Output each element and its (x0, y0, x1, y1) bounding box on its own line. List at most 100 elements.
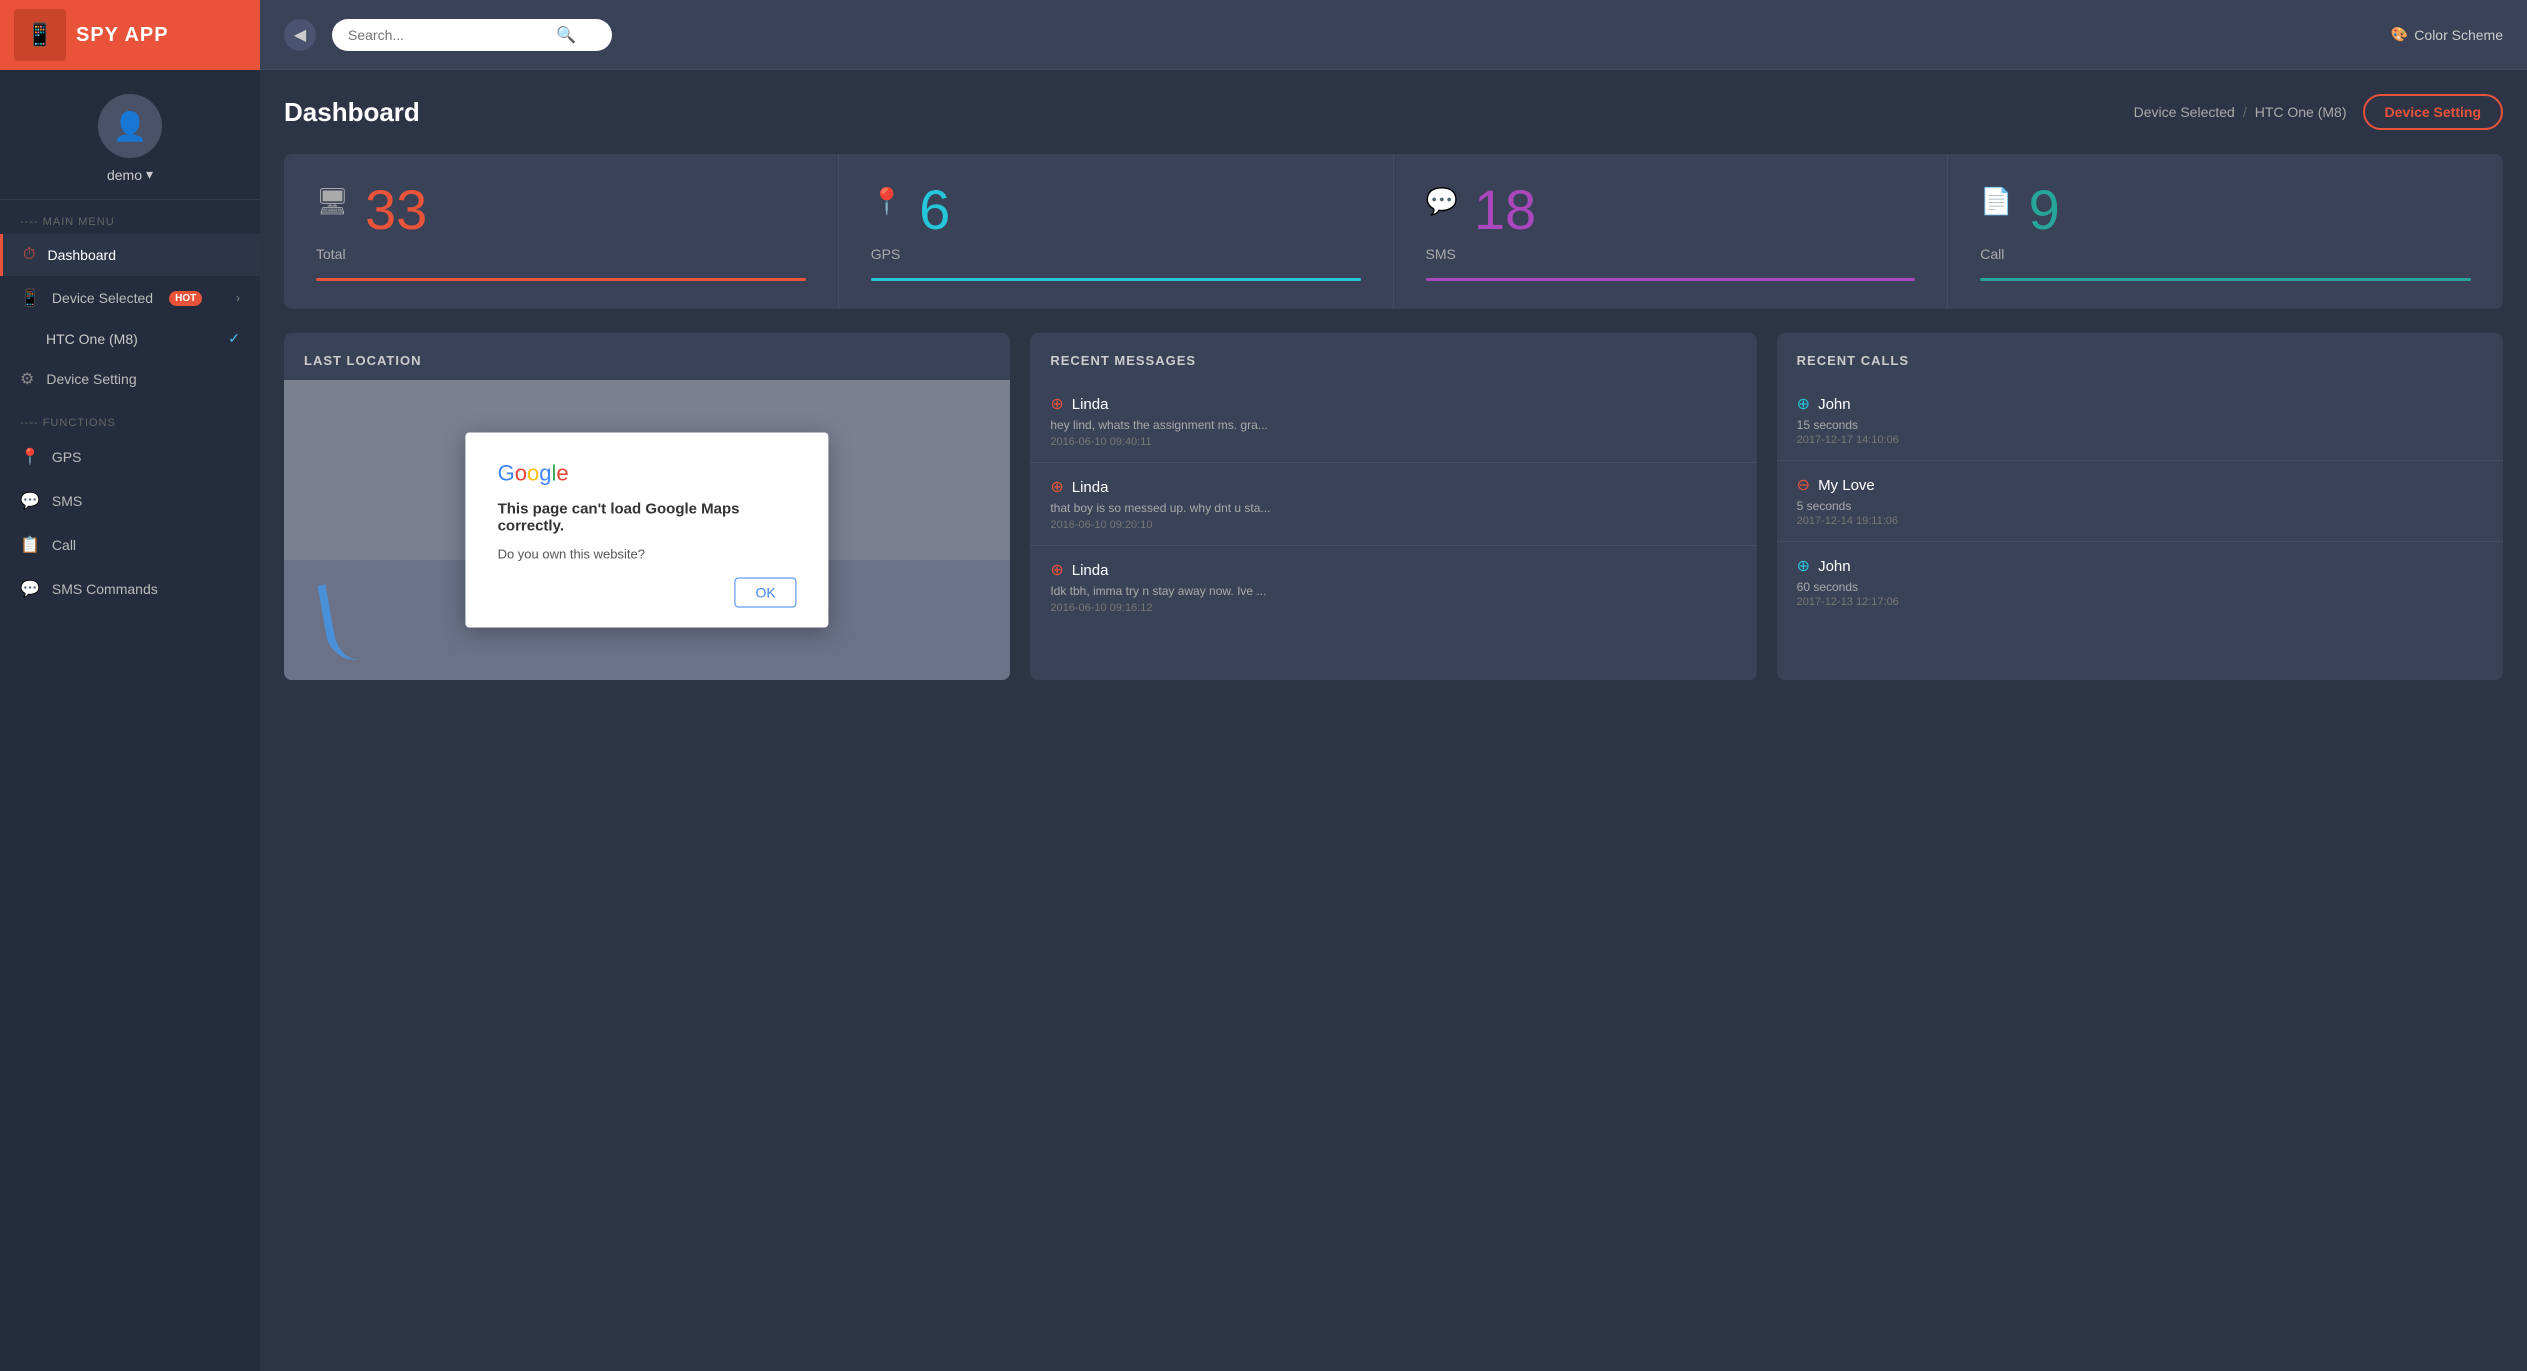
sidebar-item-htc[interactable]: HTC One (M8) ✓ (0, 320, 260, 357)
back-button[interactable]: ◀ (284, 19, 316, 51)
sidebar-item-device-setting[interactable]: ⚙ Device Setting (0, 357, 260, 401)
topbar: ◀ 🔍 🎨 Color Scheme (260, 0, 2527, 70)
gear-icon: ⚙ (20, 369, 34, 389)
color-scheme-label: Color Scheme (2414, 27, 2503, 43)
message-item[interactable]: ⊕ Linda hey lind, whats the assignment m… (1030, 380, 1756, 463)
functions-label: ---- FUNCTIONS (0, 401, 260, 435)
message-item[interactable]: ⊕ Linda that boy is so messed up. why dn… (1030, 463, 1756, 546)
content: Dashboard Device Selected / HTC One (M8)… (260, 70, 2527, 1371)
call-stat-icon: 📄 (1980, 186, 2012, 217)
message-time: 2016-06-10 09:40:11 (1050, 436, 1736, 448)
sidebar-item-label: SMS Commands (52, 581, 158, 597)
message-sender: Linda (1072, 479, 1109, 496)
gps-icon: 📍 (20, 447, 40, 467)
recent-calls-title: RECENT CALLS (1777, 333, 2503, 380)
search-box[interactable]: 🔍 (332, 19, 612, 51)
breadcrumb: Device Selected / HTC One (M8) (2134, 104, 2347, 120)
recent-calls-panel: RECENT CALLS ⊕ John 15 seconds 2017-12-1… (1777, 333, 2503, 680)
stat-card-gps: 📍 6 GPS (839, 154, 1394, 309)
call-contact: John (1818, 396, 1851, 413)
check-icon: ✓ (228, 330, 240, 347)
profile-name[interactable]: demo ▾ (107, 166, 153, 183)
dialog-actions: OK (498, 578, 797, 608)
monitor-icon: 🖥 (316, 186, 349, 217)
message-text: hey lind, whats the assignment ms. gra..… (1050, 418, 1736, 432)
color-scheme-button[interactable]: 🎨 Color Scheme (2391, 26, 2503, 43)
sms-icon: 💬 (20, 491, 40, 511)
stat-value-gps: 6 (919, 182, 950, 238)
recent-messages-panel: RECENT MESSAGES ⊕ Linda hey lind, whats … (1030, 333, 1756, 680)
sidebar-item-device-selected[interactable]: 📱 Device Selected HOT › (0, 276, 260, 320)
map-container: Google This page can't load Google Maps … (284, 380, 1010, 680)
sidebar-item-label: SMS (52, 493, 82, 509)
dialog-title: This page can't load Google Maps correct… (498, 501, 797, 535)
call-contact: My Love (1818, 477, 1875, 494)
call-icon: 📋 (20, 535, 40, 555)
page-header: Dashboard Device Selected / HTC One (M8)… (284, 94, 2503, 130)
stat-card-sms: 💬 18 SMS (1394, 154, 1949, 309)
app-name: SPY APP (76, 24, 169, 47)
message-sender: Linda (1072, 396, 1109, 413)
device-selected-icon: 📱 (20, 288, 40, 308)
device-setting-button[interactable]: Device Setting (2363, 94, 2503, 130)
palette-icon: 🎨 (2391, 26, 2408, 43)
sidebar-item-sms[interactable]: 💬 SMS (0, 479, 260, 523)
recent-messages-title: RECENT MESSAGES (1030, 333, 1756, 380)
map-river (318, 575, 391, 664)
outgoing-call-icon: ⊕ (1797, 556, 1810, 576)
stat-label-sms: SMS (1426, 246, 1916, 262)
call-item[interactable]: ⊕ John 60 seconds 2017-12-13 12:17:06 (1777, 542, 2503, 622)
message-time: 2016-06-10 09:20:10 (1050, 519, 1736, 531)
chevron-icon: › (236, 291, 240, 305)
sms-commands-icon: 💬 (20, 579, 40, 599)
sidebar-profile: 👤 demo ▾ (0, 70, 260, 200)
topbar-right: 🎨 Color Scheme (2391, 26, 2503, 43)
dialog-question: Do you own this website? (498, 547, 797, 562)
search-input[interactable] (348, 27, 548, 43)
message-time: 2016-06-10 09:16:12 (1050, 602, 1736, 614)
outgoing-call-icon: ⊕ (1797, 394, 1810, 414)
call-duration: 5 seconds (1797, 499, 2483, 513)
breadcrumb-separator: / (2243, 104, 2247, 120)
stat-value-call: 9 (2029, 182, 2060, 238)
hot-badge: HOT (169, 291, 202, 306)
sidebar-item-dashboard[interactable]: ⏱ Dashboard (0, 234, 260, 276)
dialog-ok-button[interactable]: OK (735, 578, 797, 608)
arrow-icon: ⊕ (1050, 560, 1063, 580)
page-title: Dashboard (284, 97, 2134, 128)
sidebar: 📱 SPY APP 👤 demo ▾ ---- MAIN MENU ⏱ Dash… (0, 0, 260, 1371)
message-text: that boy is so messed up. why dnt u sta.… (1050, 501, 1736, 515)
sidebar-item-label: Call (52, 537, 76, 553)
call-time: 2017-12-17 14:10:06 (1797, 434, 2483, 446)
call-item[interactable]: ⊖ My Love 5 seconds 2017-12-14 19:11:06 (1777, 461, 2503, 542)
sidebar-item-label: Device Selected (52, 290, 153, 306)
call-item[interactable]: ⊕ John 15 seconds 2017-12-17 14:10:06 (1777, 380, 2503, 461)
sidebar-item-call[interactable]: 📋 Call (0, 523, 260, 567)
stat-card-call: 📄 9 Call (1948, 154, 2503, 309)
stat-value-sms: 18 (1474, 182, 1536, 238)
search-icon: 🔍 (556, 25, 576, 45)
stat-label-gps: GPS (871, 246, 1361, 262)
google-maps-dialog: Google This page can't load Google Maps … (466, 433, 829, 628)
message-item[interactable]: ⊕ Linda Idk tbh, imma try n stay away no… (1030, 546, 1756, 628)
stats-row: 🖥 33 Total 📍 6 GPS 💬 18 SMS (284, 154, 2503, 309)
google-logo: Google (498, 461, 797, 487)
stat-label-total: Total (316, 246, 806, 262)
sidebar-item-gps[interactable]: 📍 GPS (0, 435, 260, 479)
location-icon: 📍 (871, 186, 903, 217)
breadcrumb-device: HTC One (M8) (2255, 104, 2347, 120)
stat-label-call: Call (1980, 246, 2471, 262)
last-location-panel: LAST LOCATION Google This page can't loa… (284, 333, 1010, 680)
bottom-panels: LAST LOCATION Google This page can't loa… (284, 333, 2503, 680)
sidebar-item-sms-commands[interactable]: 💬 SMS Commands (0, 567, 260, 611)
breadcrumb-device-selected: Device Selected (2134, 104, 2235, 120)
incoming-call-icon: ⊖ (1797, 475, 1810, 495)
call-duration: 15 seconds (1797, 418, 2483, 432)
stat-bar-sms (1426, 278, 1916, 281)
last-location-title: LAST LOCATION (284, 333, 1010, 380)
arrow-icon: ⊕ (1050, 394, 1063, 414)
sidebar-item-label: Dashboard (47, 247, 116, 263)
call-duration: 60 seconds (1797, 580, 2483, 594)
stat-card-total: 🖥 33 Total (284, 154, 839, 309)
logo-area: 📱 SPY APP (0, 0, 260, 70)
